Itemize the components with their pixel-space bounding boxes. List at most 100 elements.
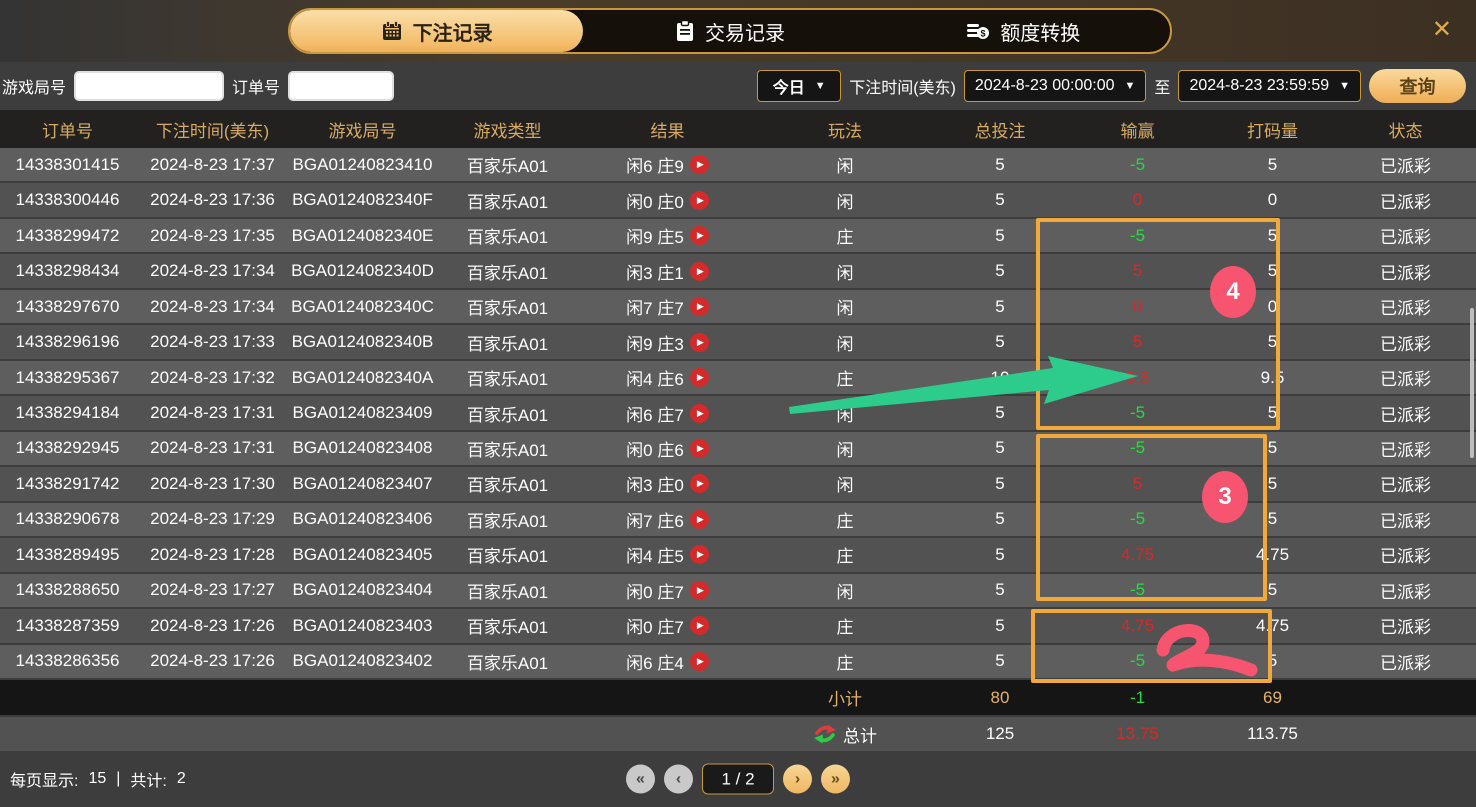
total-winloss: 13.75	[1116, 724, 1159, 743]
quick-range-select[interactable]: 今日 ▼	[757, 70, 842, 102]
per-page-value: 15	[88, 770, 107, 787]
play-replay-icon[interactable]: ▶	[689, 226, 709, 246]
chevron-down-icon: ▼	[1339, 80, 1350, 92]
type-cell: 百家乐A01	[435, 574, 580, 607]
column-header: 游戏类型	[473, 121, 542, 141]
time-cell: 2024-8-23 17:28	[135, 538, 290, 571]
play-replay-icon[interactable]: ▶	[689, 438, 709, 458]
time-cell-value: 2024-8-23 17:31	[150, 438, 275, 458]
round-cell: BGA0124082340E	[290, 219, 435, 252]
type-cell: 百家乐A01	[435, 645, 580, 678]
last-page-button[interactable]: »	[821, 764, 850, 794]
tab-betting-records[interactable]: 下注记录	[290, 10, 584, 52]
play-cell: 闲	[755, 148, 935, 181]
play-cell-value: 闲	[836, 582, 854, 602]
bet-cell: 5	[935, 645, 1065, 678]
game-round-label: 游戏局号	[2, 80, 67, 97]
play-cell: 闲	[755, 325, 935, 358]
table-row: 14338294184 2024-8-23 17:31 BGA01240823409…	[0, 396, 1476, 432]
play-cell-value: 庄	[836, 370, 854, 390]
volume-cell-value: 4.75	[1255, 615, 1290, 635]
round-cell: BGA01240823408	[290, 432, 435, 465]
bet-cell-value: 5	[995, 544, 1005, 564]
result-cell-value: 闲4 庄5	[626, 547, 684, 567]
volume-cell-value: 5	[1267, 154, 1278, 174]
play-replay-icon[interactable]: ▶	[689, 368, 709, 388]
winloss-cell: 0	[1065, 290, 1210, 323]
play-replay-icon[interactable]: ▶	[689, 155, 709, 175]
play-replay-icon[interactable]: ▶	[689, 403, 709, 423]
refresh-icon[interactable]	[813, 723, 837, 745]
play-cell: 庄	[755, 645, 935, 678]
volume-cell-value: 0	[1267, 190, 1278, 210]
bet-cell: 5	[935, 254, 1065, 287]
play-replay-icon[interactable]: ▶	[689, 190, 709, 210]
tab-transaction-records[interactable]: 交易记录	[583, 10, 876, 52]
play-replay-icon[interactable]: ▶	[689, 297, 709, 317]
game-round-input[interactable]	[74, 71, 225, 101]
order-cell-value: 14338287359	[15, 615, 120, 635]
date-to-select[interactable]: 2024-8-23 23:59:59 ▼	[1178, 70, 1361, 102]
order-cell: 14338298434	[0, 254, 135, 287]
per-page-label: 每页显示:	[10, 773, 79, 790]
play-replay-icon[interactable]: ▶	[689, 261, 709, 281]
round-cell-value: BGA0124082340D	[291, 261, 434, 281]
chevron-down-icon: ▼	[1124, 80, 1136, 92]
type-cell: 百家乐A01	[435, 609, 580, 642]
play-replay-icon[interactable]: ▶	[689, 580, 709, 600]
status-cell-value: 已派彩	[1380, 547, 1431, 567]
coins-icon: $	[966, 20, 990, 42]
play-cell: 庄	[755, 538, 935, 571]
winloss-cell-value: 5	[1132, 261, 1143, 281]
close-icon[interactable]: ✕	[1432, 18, 1452, 42]
order-number-input[interactable]	[288, 71, 395, 101]
winloss-cell-value: -5	[1129, 438, 1146, 458]
table-row: 14338299472 2024-8-23 17:35 BGA0124082340E…	[0, 218, 1476, 255]
query-button[interactable]: 查询	[1369, 69, 1466, 103]
status-cell-value: 已派彩	[1380, 263, 1431, 283]
time-cell-value: 2024-8-23 17:31	[150, 403, 275, 423]
play-replay-icon[interactable]: ▶	[689, 651, 709, 671]
winloss-cell-value: 9.5	[1125, 367, 1150, 387]
round-cell-value: BGA01240823404	[292, 580, 433, 600]
result-cell: 闲0 庄7 ▶	[580, 574, 755, 607]
status-cell: 已派彩	[1335, 396, 1476, 429]
first-page-button[interactable]: «	[626, 764, 655, 794]
play-replay-icon[interactable]: ▶	[689, 616, 709, 636]
status-cell: 已派彩	[1335, 574, 1476, 607]
round-cell: BGA01240823402	[290, 645, 435, 678]
play-replay-icon[interactable]: ▶	[689, 509, 709, 529]
order-number-label: 订单号	[232, 80, 281, 97]
play-cell-value: 闲	[836, 405, 854, 425]
time-cell: 2024-8-23 17:29	[135, 503, 290, 536]
winloss-cell-value: 4.75	[1120, 544, 1155, 564]
prev-page-button[interactable]: ‹	[664, 764, 693, 794]
table-body: 14338301415 2024-8-23 17:37 BGA01240823410…	[0, 148, 1476, 681]
quick-range-value: 今日	[772, 80, 805, 97]
column-header: 游戏局号	[328, 121, 397, 141]
winloss-cell-value: 0	[1132, 296, 1143, 316]
filter-bar: 游戏局号 订单号 今日 ▼ 下注时间(美东) 2024-8-23 00:00:0…	[0, 62, 1476, 110]
total-label: 总计	[843, 726, 877, 746]
type-cell: 百家乐A01	[435, 183, 580, 216]
play-cell: 闲	[755, 574, 935, 607]
volume-cell: 5	[1210, 148, 1335, 181]
page-stats: 每页显示: 15 | 共计: 2	[10, 767, 186, 791]
tab-label: 下注记录	[412, 22, 493, 45]
type-cell-value: 百家乐A01	[466, 370, 549, 390]
scrollbar-thumb[interactable]	[1470, 308, 1474, 458]
next-page-button[interactable]: ›	[783, 764, 812, 794]
date-from-select[interactable]: 2024-8-23 00:00:00 ▼	[963, 70, 1147, 102]
play-replay-icon[interactable]: ▶	[689, 332, 709, 352]
volume-cell-value: 5	[1267, 509, 1278, 529]
column-header: 总投注	[974, 121, 1026, 141]
play-replay-icon[interactable]: ▶	[689, 474, 709, 494]
result-cell: 闲0 庄6 ▶	[580, 432, 755, 465]
tab-quota-conversion[interactable]: $ 额度转换	[877, 10, 1170, 52]
type-cell-value: 百家乐A01	[466, 228, 549, 248]
volume-cell: 5	[1210, 467, 1335, 500]
play-replay-icon[interactable]: ▶	[689, 545, 709, 565]
bet-cell-value: 5	[995, 296, 1005, 316]
order-cell: 14338290678	[0, 503, 135, 536]
order-cell: 14338294184	[0, 396, 135, 429]
